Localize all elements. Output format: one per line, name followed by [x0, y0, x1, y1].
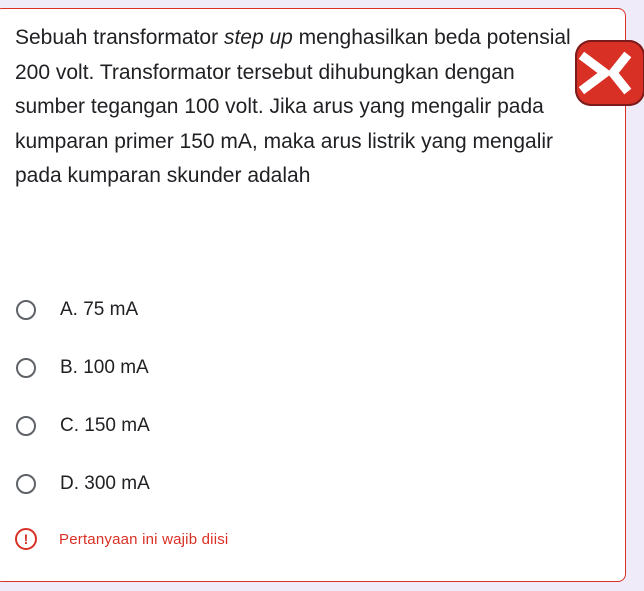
question-text: Sebuah transformator step up menghasilka…: [15, 21, 575, 194]
option-a[interactable]: A. 75 mA: [0, 281, 595, 339]
radio-button[interactable]: [16, 358, 36, 378]
option-label: B. 100 mA: [60, 357, 149, 378]
option-label: D. 300 mA: [60, 473, 150, 494]
question-text-part1: Sebuah transformator: [15, 26, 224, 49]
radio-button[interactable]: [16, 474, 36, 494]
question-text-part2: menghasilkan beda potensial 200 volt. Tr…: [15, 26, 571, 187]
app-logo-icon: [575, 40, 644, 106]
option-d[interactable]: D. 300 mA: [0, 455, 595, 513]
radio-button[interactable]: [16, 300, 36, 320]
option-c[interactable]: C. 150 mA: [0, 397, 595, 455]
required-text: Pertanyaan ini wajib diisi: [59, 530, 229, 548]
option-label: C. 150 mA: [60, 415, 150, 436]
exclamation-icon: !: [15, 528, 37, 550]
question-card: Sebuah transformator step up menghasilka…: [0, 8, 644, 582]
question-text-emphasis: step up: [223, 26, 293, 49]
required-warning: ! Pertanyaan ini wajib diisi: [15, 528, 228, 550]
radio-button[interactable]: [16, 416, 36, 436]
option-label: A. 75 mA: [60, 299, 139, 320]
option-b[interactable]: B. 100 mA: [0, 339, 595, 397]
answer-options: A. 75 mA B. 100 mA C. 150 mA D. 300 mA: [0, 281, 595, 513]
